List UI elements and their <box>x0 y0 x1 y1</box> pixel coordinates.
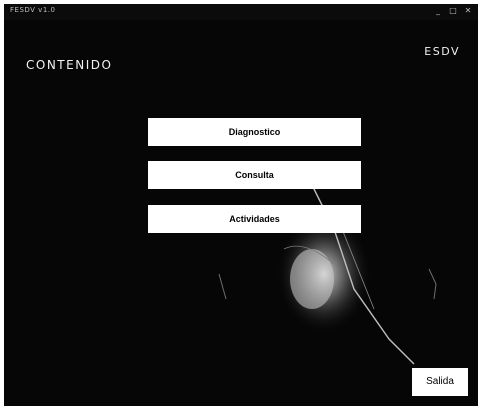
consulta-button[interactable]: Consulta <box>148 161 361 189</box>
window-controls: _ □ ✕ <box>432 6 474 16</box>
actividades-button[interactable]: Actividades <box>148 205 361 233</box>
close-icon[interactable]: ✕ <box>462 6 474 15</box>
exit-button[interactable]: Salida <box>412 368 468 396</box>
minimize-icon[interactable]: _ <box>432 6 444 15</box>
title-bar: FESDV v1.0 _ □ ✕ <box>4 4 478 20</box>
background-illustration <box>218 169 437 365</box>
app-logo-text: ESDV <box>424 45 460 58</box>
window-title: FESDV v1.0 <box>10 6 56 14</box>
app-window: FESDV v1.0 _ □ ✕ CONTENIDO ESDV Diagnost… <box>4 4 478 406</box>
diagnostico-button[interactable]: Diagnostico <box>148 118 361 146</box>
maximize-icon[interactable]: □ <box>447 6 459 15</box>
page-title: CONTENIDO <box>26 58 113 72</box>
